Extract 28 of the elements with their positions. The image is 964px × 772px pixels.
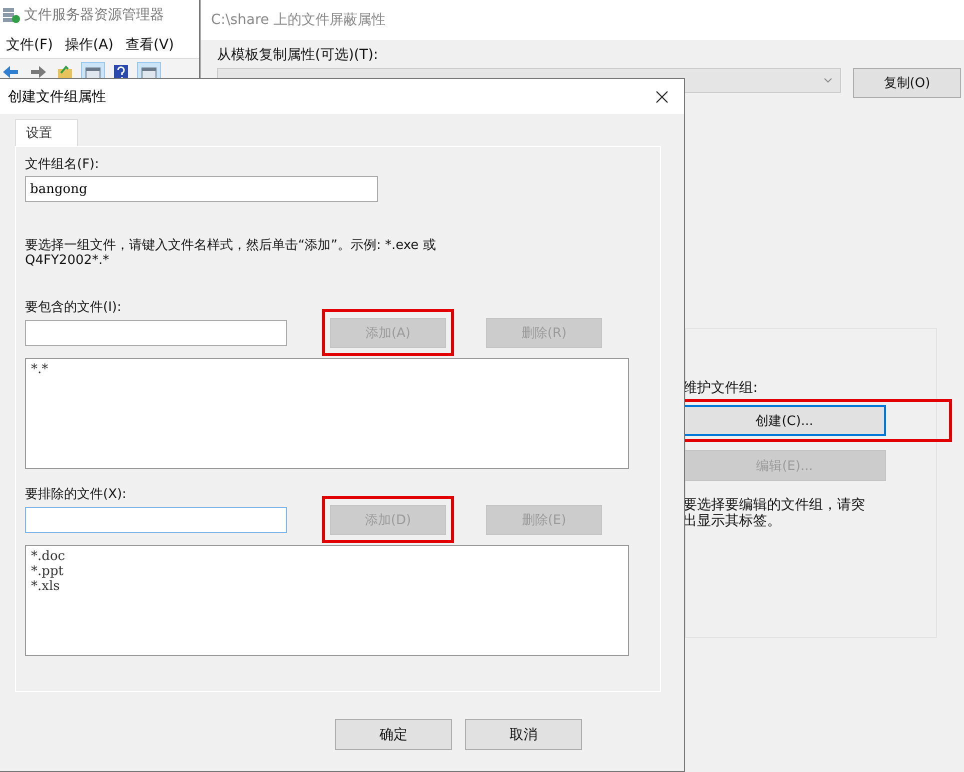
cancel-button[interactable]: 取消 — [465, 719, 582, 750]
menu-item[interactable]: 文件(F) — [6, 36, 53, 52]
list-item[interactable]: *.ppt — [31, 564, 64, 579]
create-button[interactable]: 创建(C)... — [683, 405, 886, 436]
file-list[interactable]: *.doc *.ppt *.xls — [25, 545, 629, 656]
menu-item[interactable]: 查看(V) — [126, 36, 174, 52]
caret-icon — [824, 78, 832, 83]
window-title: C:\share 上的文件屏蔽属性 — [201, 0, 964, 40]
tab[interactable]: 设置 — [15, 119, 78, 146]
copy-button[interactable]: 复制(O) — [853, 68, 961, 98]
list-item[interactable]: *.xls — [31, 579, 60, 594]
list-item[interactable]: *.* — [31, 362, 48, 377]
description-text: 要选择一组文件，请键入文件名样式，然后单击“添加”。示例: *.exe 或 Q4FY2002*.* — [25, 238, 437, 270]
field-label: 要排除的文件(X): — [25, 486, 128, 504]
pattern-field[interactable] — [25, 320, 287, 346]
close-icon[interactable] — [656, 90, 668, 102]
field-label: 要包含的文件(I): — [25, 299, 122, 317]
menu-item[interactable]: 操作(A) — [64, 36, 114, 52]
file-list[interactable]: *.* — [25, 358, 629, 469]
dialog-title: 创建文件组属性 — [8, 88, 106, 106]
list-item[interactable]: *.doc — [31, 549, 66, 564]
window-title: 文件服务器资源管理器 — [24, 6, 164, 24]
ok-button[interactable]: 确定 — [335, 719, 452, 750]
server-icon — [2, 6, 20, 24]
field-label: 从模板复制属性(可选)(T): — [217, 46, 380, 65]
pattern-field[interactable] — [25, 507, 287, 533]
field-label: 文件组名(F): — [25, 156, 100, 174]
name-field[interactable]: bangong — [25, 176, 378, 202]
